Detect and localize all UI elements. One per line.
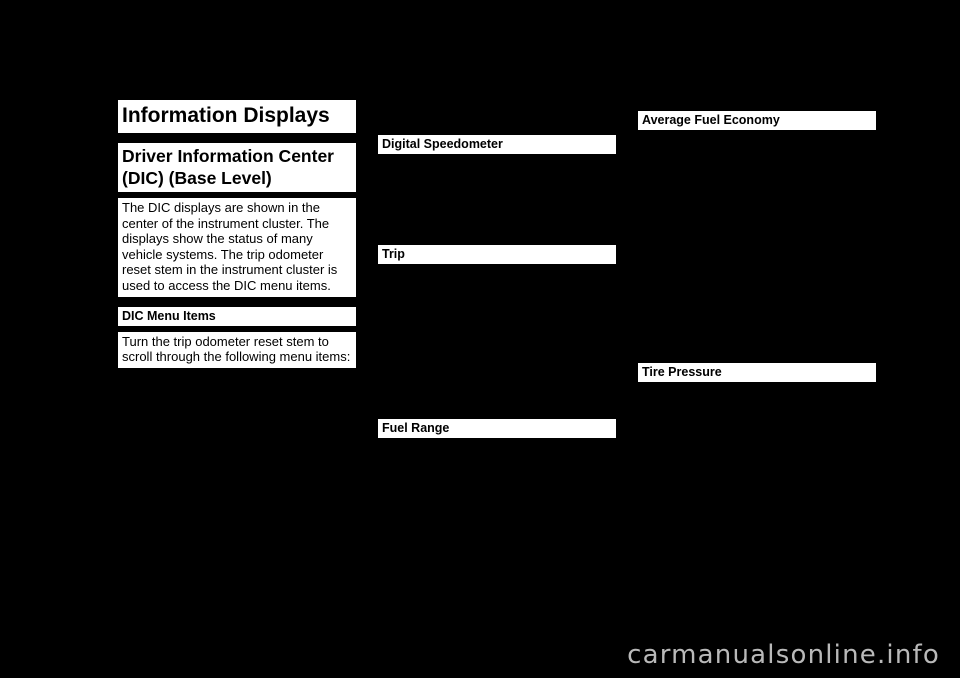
section-heading-dic: Driver Information Center (DIC) (Base Le… (118, 143, 356, 192)
section-body-dic: The DIC displays are shown in the center… (118, 198, 356, 297)
heading-average-fuel-economy: Average Fuel Economy (638, 111, 876, 130)
left-column: Information Displays Driver Information … (118, 100, 356, 368)
subheading-body-dic-menu-items: Turn the trip odometer reset stem to scr… (118, 331, 356, 368)
document-page: Information Displays Driver Information … (0, 0, 960, 678)
subheading-dic-menu-items: DIC Menu Items (118, 306, 356, 326)
heading-digital-speedometer: Digital Speedometer (378, 135, 616, 154)
heading-tire-pressure: Tire Pressure (638, 363, 876, 382)
heading-fuel-range: Fuel Range (378, 419, 616, 438)
page-title: Information Displays (118, 100, 356, 133)
watermark: carmanualsonline.info (627, 640, 940, 670)
heading-trip: Trip (378, 245, 616, 264)
